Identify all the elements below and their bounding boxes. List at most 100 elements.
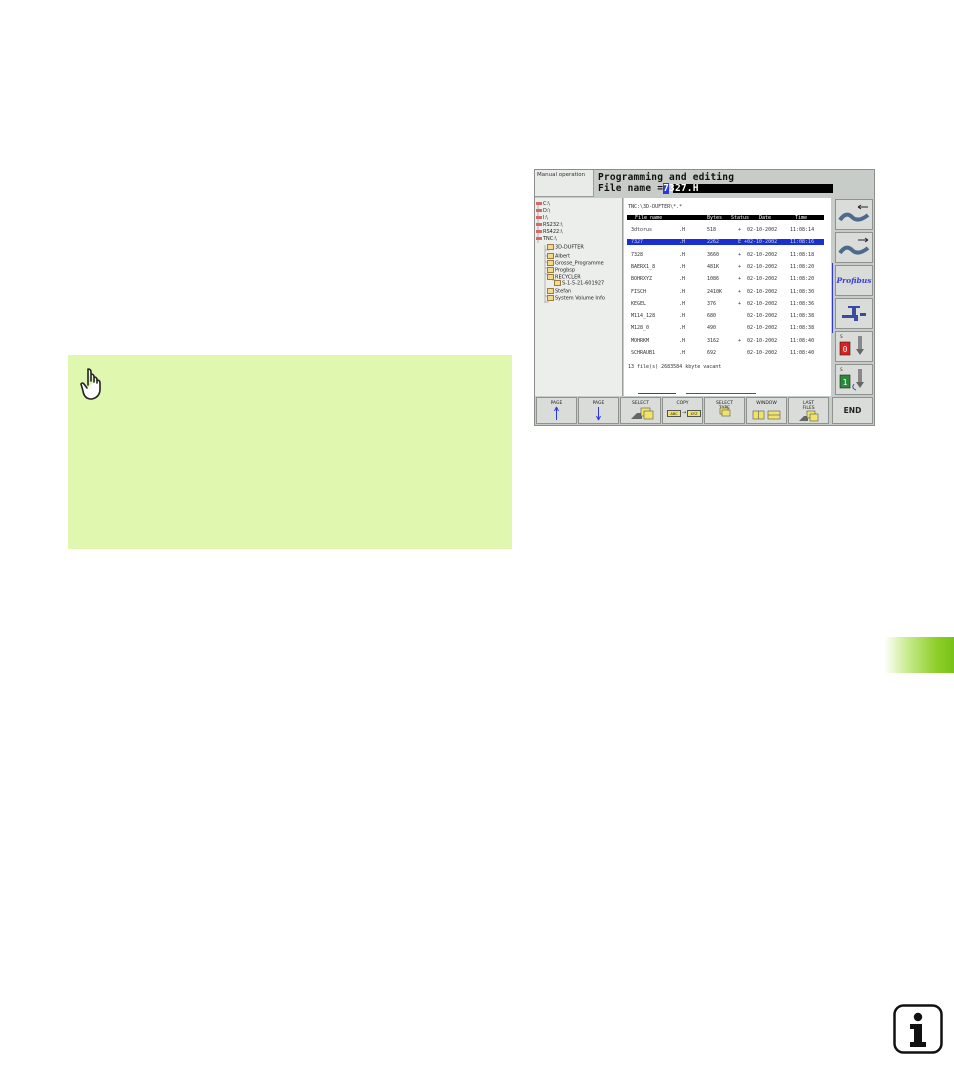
note-box <box>68 355 512 549</box>
tree-drive[interactable]: RS422:\ <box>536 229 563 235</box>
header-bytes[interactable]: Bytes <box>707 215 722 221</box>
file-bytes: 680 <box>707 313 717 320</box>
tree-drive[interactable]: TNC:\ <box>536 236 557 242</box>
file-name: SCHRAUB1 <box>631 350 656 356</box>
file-date: 02-10-2002 <box>747 239 778 246</box>
tree-folder[interactable]: Grosse_Programme <box>547 260 604 266</box>
file-row[interactable]: 7328 .H 3660 +02-10-2002 11:08:18 <box>627 252 824 258</box>
file-time: 11:08:30 <box>790 288 815 295</box>
tree-drive[interactable]: RS232:\ <box>536 222 563 228</box>
file-time: 11:08:40 <box>790 337 815 344</box>
scroll-indicator <box>638 393 768 395</box>
file-ext: .H <box>679 337 686 344</box>
file-time: 11:08:38 <box>790 325 815 332</box>
tree-drive[interactable]: I:\ <box>536 215 548 221</box>
file-bytes: 2262 <box>707 239 720 246</box>
file-row[interactable]: FISCH .H 2410K +02-10-2002 11:08:30 <box>627 289 824 295</box>
softkey-select[interactable]: SELECT <box>620 397 661 424</box>
softkey-s-label: S <box>840 335 843 340</box>
recent-files-icon <box>799 410 819 422</box>
file-date: 02-10-2002 <box>747 288 778 295</box>
file-list[interactable]: TNC:\3D-DUFTER\*.* File name Bytes Statu… <box>624 198 831 396</box>
tree-folder[interactable]: 3D-DUFTER <box>547 244 584 250</box>
file-date: 02-10-2002 <box>747 251 778 258</box>
header-status[interactable]: Status <box>731 215 749 221</box>
folder-icon <box>554 280 561 286</box>
softkey-spindle-on[interactable]: S 1 <box>835 364 873 395</box>
file-bytes: 692 <box>707 350 717 356</box>
info-icon <box>893 1004 943 1054</box>
file-row[interactable]: 7327 .H 2262 E +02-10-2002 11:08:16 <box>627 239 824 246</box>
file-row[interactable]: M114_128 .H 680 02-10-2002 11:08:38 <box>627 313 824 319</box>
file-ext: .H <box>679 276 686 283</box>
file-time: 11:08:40 <box>790 350 815 356</box>
file-time: 11:08:20 <box>790 263 815 270</box>
right-softkeys: Profibus S 0 S 1 <box>834 198 874 396</box>
file-bytes: 481K <box>707 263 720 270</box>
header-date[interactable]: Date <box>759 215 771 221</box>
softkey-coolant[interactable] <box>835 298 873 329</box>
machine-path-forward-icon <box>838 237 870 255</box>
softkey-spindle-off[interactable]: S 0 <box>835 331 873 362</box>
file-ext: .H <box>679 325 686 332</box>
tree-drive[interactable]: D:\ <box>536 208 550 214</box>
file-bytes: 490 <box>707 325 717 332</box>
file-name-row: File name =7327.H <box>598 183 699 194</box>
coolant-tap-icon <box>842 306 866 321</box>
header-name[interactable]: File name <box>635 215 662 221</box>
copy-target-icon: XYZ <box>687 410 701 417</box>
softkey-window[interactable]: WINDOW <box>746 397 787 424</box>
file-name: M128_0 <box>631 325 650 332</box>
softkey-machine-mode-forward[interactable] <box>835 232 873 263</box>
file-list-header: File name Bytes Status Date Time <box>627 215 824 221</box>
softkey-page-down[interactable]: PAGE <box>578 397 619 424</box>
file-row[interactable]: SCHRAUB1 .H 692 02-10-2002 11:08:40 <box>627 350 824 356</box>
folder-icon <box>547 253 554 259</box>
file-name: 7327 <box>631 239 644 246</box>
machine-path-back-icon <box>838 204 870 222</box>
file-row[interactable]: M128_0 .H 490 02-10-2002 11:08:38 <box>627 325 824 331</box>
tree-folder[interactable]: Albert <box>547 253 570 259</box>
header-time[interactable]: Time <box>795 215 807 221</box>
softkey-machine-mode-back[interactable] <box>835 199 873 230</box>
folder-icon <box>547 244 554 250</box>
chapter-tab <box>884 637 954 673</box>
file-bytes: 3660 <box>707 251 720 258</box>
file-date: 02-10-2002 <box>747 325 778 332</box>
tree-folder[interactable]: Progbsp <box>547 267 575 273</box>
file-status: + <box>738 251 742 258</box>
status-corner <box>834 170 874 197</box>
file-time: 11:08:14 <box>790 227 815 233</box>
file-name: M114_128 <box>631 313 656 320</box>
mode-label: Manual operation <box>537 172 586 178</box>
file-name-label: File name = <box>598 183 664 194</box>
softkey-last-files[interactable]: LAST FILES <box>788 397 829 424</box>
free-space: 13 file(s) 2683584 kbyte vacant <box>628 364 722 370</box>
svg-text:0: 0 <box>843 345 848 354</box>
file-status: + <box>738 288 742 295</box>
file-row[interactable]: KEGEL .H 376 +02-10-2002 11:08:36 <box>627 301 824 307</box>
file-row[interactable]: MOHRKM .H 3162 +02-10-2002 11:08:40 <box>627 338 824 344</box>
softkey-page-up[interactable]: PAGE <box>536 397 577 424</box>
tnc-screen: Manual operation Programming and editing… <box>534 169 875 426</box>
tree-drive[interactable]: C:\ <box>536 201 550 207</box>
drive-icon <box>536 236 542 241</box>
file-time: 11:08:38 <box>790 313 815 320</box>
file-row[interactable]: BOHRXYZ .H 1086 +02-10-2002 11:08:20 <box>627 276 824 282</box>
softkey-copy[interactable]: COPY ABC → XYZ <box>662 397 703 424</box>
folder-icon <box>547 260 554 266</box>
file-row[interactable]: 3dtorus .H 518 +02-10-2002 11:08:14 <box>627 227 824 233</box>
svg-text:1: 1 <box>843 378 848 387</box>
softkey-select-type[interactable]: SELECT TYPE <box>704 397 745 424</box>
folder-icon <box>547 295 554 301</box>
tree-folder[interactable]: S-1-5-21-601927 <box>554 280 604 286</box>
softkey-end[interactable]: END <box>832 397 873 424</box>
softkey-profibus[interactable]: Profibus <box>835 265 873 296</box>
tree-folder[interactable]: Stefan <box>547 288 571 294</box>
pointing-hand-icon <box>80 368 101 400</box>
directory-tree[interactable]: C:\ D:\ I:\ RS232:\ RS422:\ TNC:\ 3D-DUF… <box>535 198 623 396</box>
tree-folder[interactable]: System Volume Info <box>547 295 605 301</box>
copy-arrow-icon: → <box>682 410 687 416</box>
file-time: 11:08:20 <box>790 276 815 283</box>
file-row[interactable]: BAERX1_8 .H 481K +02-10-2002 11:08:20 <box>627 264 824 270</box>
